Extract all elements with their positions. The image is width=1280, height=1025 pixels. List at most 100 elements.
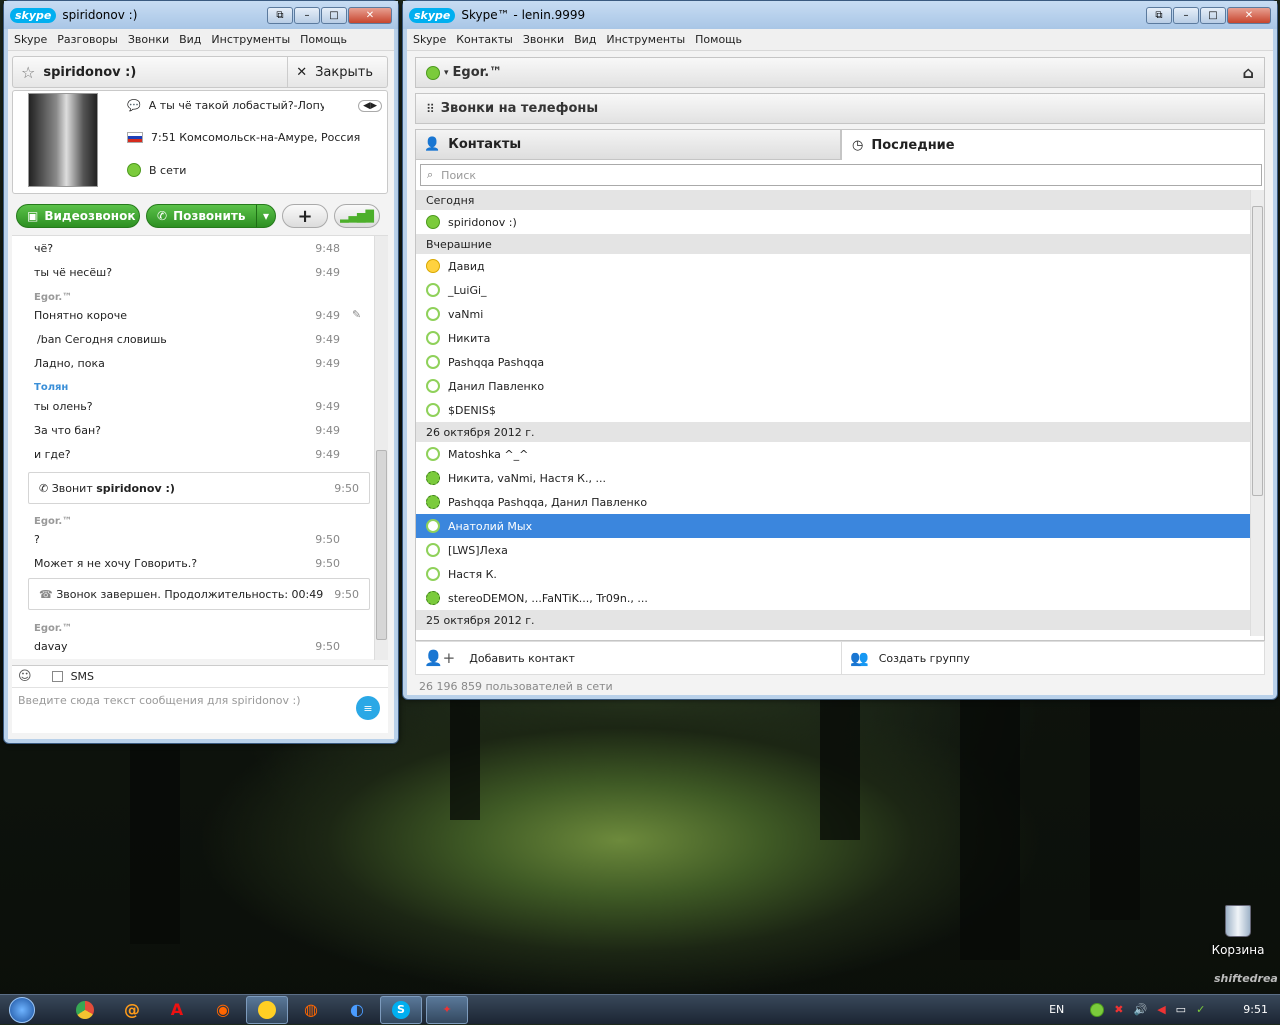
add-contact-button[interactable]: 👤+ Добавить контакт <box>416 642 842 674</box>
message-time: 9:50 <box>315 640 340 653</box>
video-call-button[interactable]: ▣ Видеозвонок <box>16 204 140 228</box>
compact-button[interactable]: ⧉ <box>267 6 293 24</box>
tab-recent[interactable]: ◷ Последние <box>841 129 1265 160</box>
emoticon-icon[interactable]: ☺ <box>18 669 32 684</box>
hangup-icon: ☎ <box>39 587 53 601</box>
chat-scrollbar-thumb[interactable] <box>376 450 387 640</box>
status-dropdown-chevron-icon[interactable]: ▾ <box>444 68 449 78</box>
recent-contact-row[interactable]: Данил Павленко <box>416 374 1250 398</box>
taskbar-chrome-icon[interactable] <box>60 996 110 1024</box>
favorite-star-icon[interactable]: ☆ <box>21 63 35 82</box>
menu-tools[interactable]: Инструменты <box>211 33 290 46</box>
taskbar-acrobat-icon[interactable]: A <box>154 996 200 1024</box>
phone-calls-panel[interactable]: ⠿ Звонки на телефоны <box>415 93 1265 124</box>
taskbar-app-icon[interactable]: ◐ <box>334 996 380 1024</box>
sms-checkbox[interactable] <box>51 671 63 682</box>
main-titlebar[interactable]: skype Skype™ - lenin.9999 ⧉ – □ ✕ <box>403 1 1277 29</box>
menu-view[interactable]: Вид <box>179 33 201 46</box>
menu-calls[interactable]: Звонки <box>128 33 169 46</box>
minimize-button[interactable]: – <box>1173 6 1199 24</box>
close-window-button[interactable]: ✕ <box>348 6 392 24</box>
contact-status-icon <box>426 591 440 605</box>
call-dropdown-chevron-icon[interactable]: ▾ <box>255 205 275 227</box>
maximize-button[interactable]: □ <box>1200 6 1226 24</box>
create-group-button[interactable]: 👥 Создать группу <box>842 642 1264 674</box>
recent-list-scrollbar-thumb[interactable] <box>1252 206 1263 496</box>
menu-skype[interactable]: Skype <box>14 33 47 46</box>
message-input[interactable]: Введите сюда текст сообщения для spirido… <box>18 694 301 707</box>
close-window-button[interactable]: ✕ <box>1227 6 1271 24</box>
menu-view[interactable]: Вид <box>574 33 596 46</box>
recent-contact-row[interactable]: stereoDEMON, ...FaNTiK..., Tr09n., ... <box>416 586 1250 610</box>
recent-contact-row[interactable]: Никита <box>416 326 1250 350</box>
compact-button[interactable]: ⧉ <box>1146 6 1172 24</box>
recent-contact-row[interactable]: Pashqqa Pashqqa, Данил Павленко <box>416 490 1250 514</box>
tray-speaker-icon[interactable]: ◀ <box>1157 1003 1165 1016</box>
contact-name: Давид <box>448 259 485 273</box>
menu-help[interactable]: Помощь <box>300 33 347 46</box>
recent-contact-row[interactable]: Matoshka ^_^ <box>416 442 1250 466</box>
send-button[interactable]: ≡ <box>356 696 380 720</box>
start-button[interactable] <box>0 995 44 1025</box>
recent-contact-row[interactable]: Давид <box>416 254 1250 278</box>
recent-contact-row[interactable]: Анатолий Мых <box>416 514 1250 538</box>
search-placeholder: Поиск <box>441 168 477 182</box>
call-button[interactable]: ✆ Позвонить ▾ <box>146 204 276 228</box>
main-window-title: Skype™ - lenin.9999 <box>461 8 586 22</box>
chat-titlebar[interactable]: skype spiridonov :) ⧉ – □ ✕ <box>4 1 398 29</box>
menu-contacts[interactable]: Контакты <box>456 33 513 46</box>
message-text: и где? <box>34 448 71 461</box>
recent-contact-row[interactable]: vaNmi <box>416 302 1250 326</box>
recent-contact-row[interactable]: _LuiGi_ <box>416 278 1250 302</box>
menu-conversations[interactable]: Разговоры <box>57 33 118 46</box>
contact-name: Никита, vaNmi, Настя К., ... <box>448 471 606 485</box>
chat-scrollbar[interactable] <box>374 236 388 660</box>
menu-tools[interactable]: Инструменты <box>606 33 685 46</box>
recent-contact-row[interactable]: spiridonov :) <box>416 210 1250 234</box>
recent-contact-row[interactable]: Никита, vaNmi, Настя К., ... <box>416 466 1250 490</box>
tab-contacts[interactable]: 👤 Контакты <box>415 129 841 160</box>
menu-help[interactable]: Помощь <box>695 33 742 46</box>
taskbar-browser-icon[interactable]: ◉ <box>200 996 246 1024</box>
recent-contact-row[interactable]: Pashqqa Pashqqa <box>416 350 1250 374</box>
search-icon: ⌕ <box>427 168 434 181</box>
taskbar-mail-agent-icon[interactable]: @ <box>110 996 154 1024</box>
close-conversation-button[interactable]: ✕ Закрыть <box>287 57 387 87</box>
call-quality-button[interactable]: ▂▄▆█ <box>334 204 380 228</box>
taskbar-firefox-icon[interactable]: ◍ <box>288 996 334 1024</box>
taskbar-skype-icon[interactable]: S <box>380 995 422 1024</box>
menu-skype[interactable]: Skype <box>413 33 446 46</box>
contact-status-icon <box>426 307 440 321</box>
minimize-button[interactable]: – <box>294 6 320 24</box>
tray-display-icon[interactable]: ▭ <box>1176 1003 1186 1016</box>
edit-pencil-icon[interactable]: ✎ <box>352 308 361 321</box>
language-indicator[interactable]: EN <box>1049 1003 1064 1016</box>
mood-prev-button[interactable]: ◀▶ <box>358 99 382 112</box>
user-status-bar[interactable]: ▾ Egor.™ ⌂ <box>415 57 1265 88</box>
contact-status-icon <box>426 567 440 581</box>
recent-contact-row[interactable]: $DENIS$ <box>416 398 1250 422</box>
clock[interactable]: 9:51 <box>1243 1003 1268 1016</box>
incoming-call-event: ✆ Звонит spiridonov :) 9:50 <box>28 472 370 504</box>
message-sender: Egor.™ <box>34 516 73 527</box>
menu-calls[interactable]: Звонки <box>523 33 564 46</box>
taskbar-game-icon[interactable]: ✦ <box>426 995 468 1024</box>
search-input[interactable]: ⌕ Поиск <box>420 164 1262 186</box>
maximize-button[interactable]: □ <box>321 6 347 24</box>
my-status-icon[interactable] <box>426 65 440 80</box>
tray-update-icon[interactable]: ✓ <box>1196 1003 1205 1016</box>
home-icon[interactable]: ⌂ <box>1243 63 1254 82</box>
taskbar: @ A ◉ ◍ ◐ S ✦ EN ✖ 🔊 ◀ ▭ ✓ 9:51 <box>0 994 1280 1024</box>
recent-contact-row[interactable]: [LWS]Леха <box>416 538 1250 562</box>
message-text: davay <box>34 640 68 653</box>
avatar[interactable] <box>28 93 98 187</box>
tray-network-icon[interactable]: ✖ <box>1114 1003 1123 1016</box>
add-participant-button[interactable]: + <box>282 204 328 228</box>
recent-list-scrollbar[interactable] <box>1250 190 1264 636</box>
tray-skype-status-icon[interactable] <box>1090 1002 1105 1017</box>
recent-contact-row[interactable]: Настя К. <box>416 562 1250 586</box>
message-time: 9:49 <box>315 357 340 370</box>
taskbar-icq-icon[interactable] <box>246 995 288 1024</box>
tray-volume-icon[interactable]: 🔊 <box>1134 1003 1148 1016</box>
recycle-bin-icon[interactable]: Корзина <box>1210 905 1266 957</box>
